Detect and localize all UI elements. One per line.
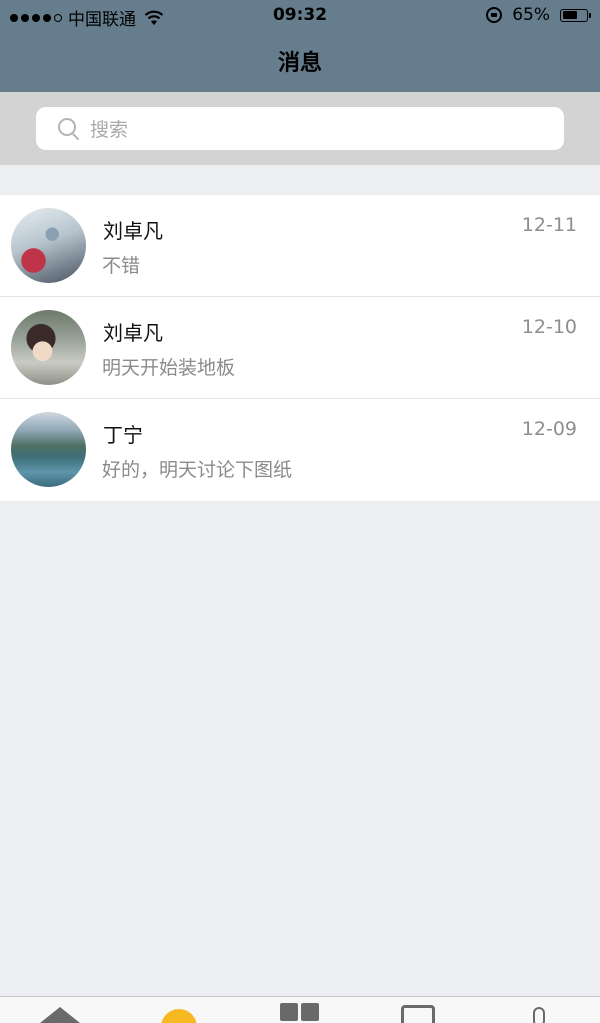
grid-icon[interactable]: [280, 1003, 320, 1023]
message-time: 12-09: [521, 418, 577, 440]
contact-name: 丁宁: [103, 423, 143, 447]
box-icon[interactable]: [401, 1005, 435, 1023]
status-bar: 中国联通 09:32 65%: [0, 0, 600, 32]
tab-bar: [0, 996, 600, 1023]
battery-percent: 65%: [512, 5, 550, 25]
contact-name: 刘卓凡: [103, 219, 163, 243]
message-row[interactable]: 刘卓凡 不错 12-11: [0, 195, 600, 297]
message-preview: 不错: [102, 255, 141, 277]
avatar: [11, 412, 86, 487]
user-icon[interactable]: [533, 1007, 545, 1023]
message-preview: 明天开始装地板: [102, 357, 236, 379]
avatar: [11, 208, 86, 283]
search-icon: [58, 117, 80, 140]
search-placeholder: 搜索: [90, 119, 129, 141]
message-list: 刘卓凡 不错 12-11 刘卓凡 明天开始装地板 12-10 丁宁 好的，明天讨…: [0, 195, 600, 501]
home-icon[interactable]: [40, 1007, 80, 1023]
page-title: 消息: [277, 51, 322, 76]
search-input[interactable]: 搜索: [36, 107, 564, 150]
header: 中国联通 09:32 65% 消息: [0, 0, 600, 92]
messages-icon[interactable]: [161, 1009, 197, 1023]
status-right: 65%: [486, 5, 591, 25]
search-bar: 搜索: [0, 92, 600, 165]
message-time: 12-10: [521, 316, 577, 338]
message-row[interactable]: 丁宁 好的，明天讨论下图纸 12-09: [0, 399, 600, 501]
battery-fill: [562, 11, 578, 19]
message-preview: 好的，明天讨论下图纸: [102, 459, 293, 481]
message-row[interactable]: 刘卓凡 明天开始装地板 12-10: [0, 297, 600, 399]
rotation-lock-icon: [486, 7, 503, 23]
message-time: 12-11: [521, 214, 577, 236]
contact-name: 刘卓凡: [103, 321, 163, 345]
battery-icon: [560, 8, 591, 22]
avatar: [11, 310, 86, 385]
